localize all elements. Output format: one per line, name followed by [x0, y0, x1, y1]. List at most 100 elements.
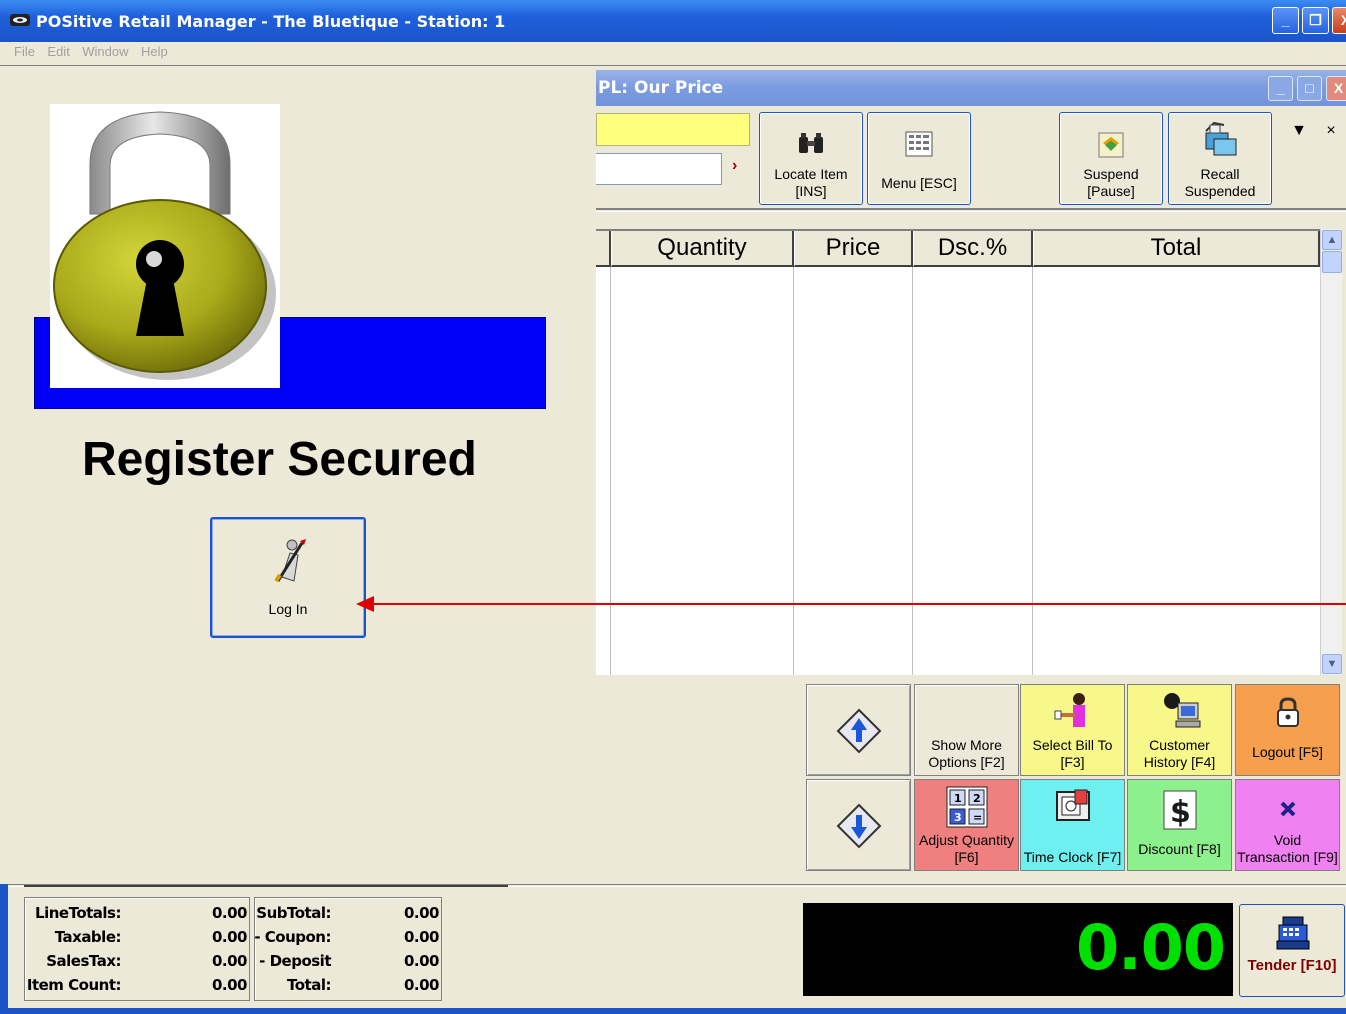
totals-panel: LineTotals: 0.00 Taxable: 0.00 SalesTax:… [24, 897, 442, 1001]
discount-label: Discount [F8] [1138, 841, 1221, 857]
locate-item-button[interactable]: Locate Item [INS] [759, 112, 863, 205]
svg-text:3: 3 [954, 811, 962, 824]
show-more-label: Show More Options [F2] [928, 737, 1005, 770]
subtotal-key: SubTotal: [256, 904, 331, 922]
subtotal-box: SubTotal: 0.00 - Coupon: 0.00 - Deposit … [254, 897, 442, 1001]
total-row: Total: 0.00 [255, 976, 441, 998]
total-row: Taxable: 0.00 [25, 928, 249, 950]
customer-computer-icon [1163, 693, 1200, 728]
logout-button[interactable]: Logout [F5] [1235, 684, 1340, 776]
sale-maximize-button[interactable]: □ [1297, 76, 1322, 101]
void-transaction-label: Void Transaction [F9] [1237, 832, 1338, 865]
grid-header-quantity[interactable]: Quantity [611, 231, 794, 267]
close-button[interactable]: X [1332, 7, 1346, 34]
line-totals-box: LineTotals: 0.00 Taxable: 0.00 SalesTax:… [24, 897, 250, 1001]
total-key: Total: [287, 976, 331, 994]
svg-text:1: 1 [954, 792, 962, 805]
customer-history-label: Customer History [F4] [1143, 737, 1216, 770]
cash-register-icon [1276, 916, 1310, 950]
login-button[interactable]: Log In [210, 517, 366, 638]
window-title: POSitive Retail Manager - The Bluetique … [36, 12, 506, 31]
sale-window-titlebar: PL: Our Price _ □ X [596, 70, 1346, 106]
adjust-quantity-button[interactable]: 1 2 3 = Adjust Quantity [F6] [914, 779, 1019, 871]
customer-history-button[interactable]: Customer History [F4] [1127, 684, 1232, 776]
logout-label: Logout [F5] [1252, 744, 1323, 760]
pos-app-window: POSitive Retail Manager - The Bluetique … [0, 0, 1346, 1014]
menu-window[interactable]: Window [78, 42, 132, 61]
select-bill-to-label: Select Bill To [F3] [1032, 737, 1113, 770]
show-more-options-button[interactable]: Show More Options [F2] [914, 684, 1019, 776]
grid-header-total[interactable]: Total [1033, 231, 1320, 267]
chevron-right-icon[interactable]: › [732, 157, 737, 175]
coupon-key: - Coupon: [254, 928, 331, 946]
menu-edit[interactable]: Edit [43, 42, 73, 61]
total-row: SubTotal: 0.00 [255, 904, 441, 926]
salestax-key: SalesTax: [46, 952, 121, 970]
totals-top-rule [24, 885, 508, 887]
grid-col-divider [1032, 267, 1033, 675]
void-transaction-button[interactable]: Void Transaction [F9] [1235, 779, 1340, 871]
recall-icon [1205, 121, 1237, 156]
sale-close-button[interactable]: X [1326, 76, 1346, 101]
suspend-label: Suspend [Pause] [1083, 166, 1139, 199]
toolbar-separator [596, 208, 1346, 212]
grid-scrollbar[interactable]: ▲ ▼ [1320, 229, 1342, 675]
deposit-value: 0.00 [403, 952, 440, 970]
select-bill-to-button[interactable]: Select Bill To [F3] [1020, 684, 1125, 776]
sale-minimize-button[interactable]: _ [1268, 76, 1293, 101]
scroll-thumb[interactable] [1322, 251, 1342, 273]
grid-col-divider [610, 267, 611, 675]
minimize-button[interactable]: _ [1272, 7, 1299, 34]
total-row: - Deposit 0.00 [255, 952, 441, 974]
recall-suspended-button[interactable]: Recall Suspended [1168, 112, 1272, 205]
scroll-up-button[interactable] [806, 684, 911, 776]
grid-header-price[interactable]: Price [794, 231, 913, 267]
suspend-button[interactable]: Suspend [Pause] [1059, 112, 1163, 205]
bottom-frame [0, 1008, 1346, 1014]
subtotal-value: 0.00 [403, 904, 440, 922]
tender-label: Tender [F10] [1247, 957, 1337, 974]
sale-window: PL: Our Price _ □ X › Locate Item [INS] [596, 68, 1346, 676]
scroll-down-button[interactable] [806, 779, 911, 871]
arrow-up-icon [836, 708, 882, 754]
arrow-down-icon [836, 803, 882, 849]
tender-button[interactable]: Tender [F10] [1239, 904, 1345, 997]
annotation-arrow-line [372, 603, 1346, 605]
taxable-value: 0.00 [211, 928, 248, 946]
restore-button[interactable]: ❐ [1302, 7, 1329, 34]
menu-file[interactable]: File [10, 42, 39, 61]
taxable-key: Taxable: [54, 928, 122, 946]
register-secured-heading: Register Secured [82, 433, 477, 486]
sale-items-grid[interactable]: Quantity Price Dsc.% Total [596, 229, 1320, 675]
itemcount-value: 0.00 [211, 976, 248, 994]
number-grid-icon: 1 2 3 = [946, 786, 987, 828]
padlock-image [50, 104, 280, 388]
total-row: - Coupon: 0.00 [254, 928, 441, 950]
padlock-small-icon [1276, 697, 1299, 727]
salestax-value: 0.00 [211, 952, 248, 970]
left-edge-bar [0, 884, 8, 1014]
item-entry-field[interactable] [596, 113, 750, 146]
grid-header-stub [596, 231, 611, 267]
binoculars-icon [799, 133, 823, 153]
menu-bar: File Edit Window Help [0, 40, 1346, 66]
time-clock-label: Time Clock [F7] [1023, 849, 1122, 865]
scroll-up-icon[interactable]: ▲ [1322, 230, 1342, 250]
linetotals-value: 0.00 [211, 904, 248, 922]
secondary-entry-field[interactable] [596, 153, 722, 185]
annotation-arrow-head [356, 596, 374, 612]
scroll-down-icon[interactable]: ▼ [1322, 654, 1342, 674]
time-clock-icon [1055, 789, 1090, 821]
dropdown-arrow-icon[interactable]: ▼ [1284, 118, 1314, 144]
locate-item-label: Locate Item [INS] [774, 166, 848, 199]
toolbar-close-icon[interactable]: × [1316, 118, 1346, 144]
menu-help[interactable]: Help [137, 42, 172, 61]
time-clock-button[interactable]: Time Clock [F7] [1020, 779, 1125, 871]
svg-text:=: = [973, 811, 982, 824]
total-row: Item Count: 0.00 [25, 976, 249, 998]
menu-esc-button[interactable]: Menu [ESC] [867, 112, 971, 205]
menu-esc-label: Menu [ESC] [881, 175, 957, 191]
padlock-icon [53, 111, 276, 380]
discount-button[interactable]: $ Discount [F8] [1127, 779, 1232, 871]
grid-header-discount[interactable]: Dsc.% [913, 231, 1033, 267]
